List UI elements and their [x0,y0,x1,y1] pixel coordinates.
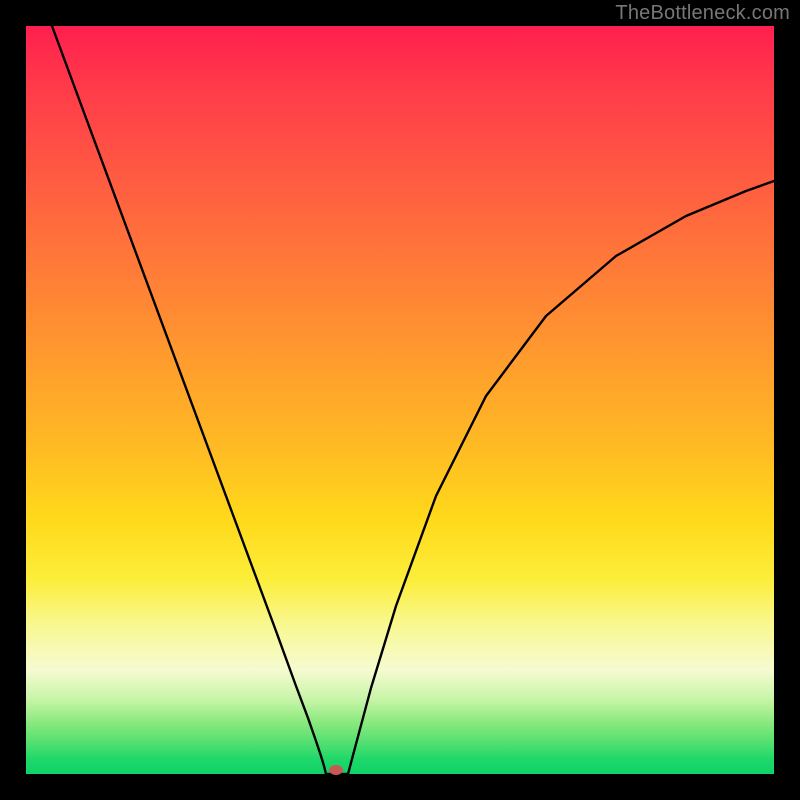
optimum-marker [329,765,343,775]
chart-frame: TheBottleneck.com [0,0,800,800]
watermark-text: TheBottleneck.com [615,2,790,25]
bottleneck-curve [26,26,774,774]
plot-area [26,26,774,774]
curve-path [52,26,774,774]
